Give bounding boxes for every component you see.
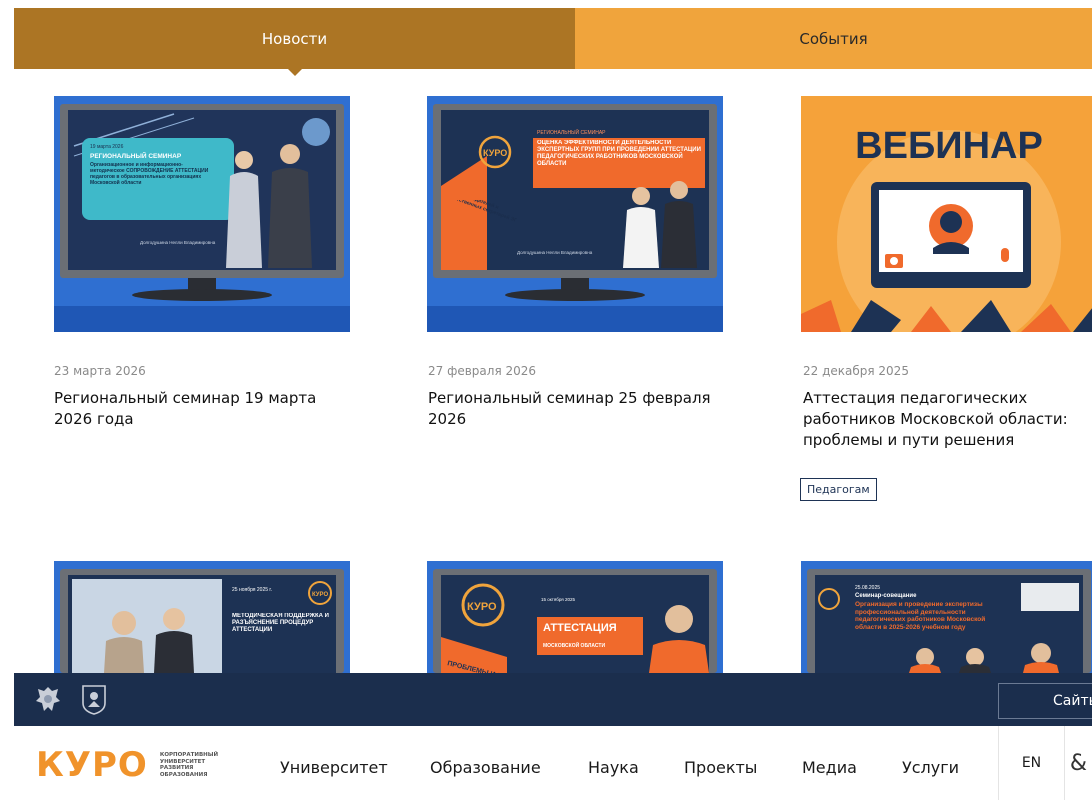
news-title[interactable]: Аттестация педагогических работников Мос… bbox=[803, 388, 1092, 451]
news-card-image[interactable]: 25.08.2025 Семинар-совещание Организация… bbox=[801, 561, 1092, 673]
logo-wordmark: КУРО bbox=[36, 745, 148, 785]
image-date-text: 25.08.2025 bbox=[855, 585, 880, 591]
news-card[interactable]: 25 ноября 2025 г. КУРО МЕТОДИЧЕСКАЯ ПОДД… bbox=[54, 561, 354, 673]
nav-item-services[interactable]: Услуги bbox=[902, 758, 959, 777]
image-heading-text: Семинар-совещание bbox=[855, 593, 917, 599]
news-card-image[interactable]: 19 марта 2026 РЕГИОНАЛЬНЫЙ СЕМИНАР Орган… bbox=[54, 96, 350, 332]
image-body-text: МЕТОДИЧЕСКАЯ ПОДДЕРЖКА И РАЗЪЯСНЕНИЕ ПРО… bbox=[232, 613, 329, 633]
nav-item-media[interactable]: Медиа bbox=[802, 758, 857, 777]
image-date-text: 25 ноября 2025 г. bbox=[232, 587, 272, 593]
kuro-logo-text: КУРО bbox=[467, 601, 497, 613]
kuro-logo-text: КУРО bbox=[483, 148, 507, 158]
image-side-text: Для председателей и ответственных секрет… bbox=[445, 200, 518, 224]
news-card-image[interactable]: КУРО РЕГИОНАЛЬНЫЙ СЕМИНАР ОЦЕНКА ЭФФЕКТИ… bbox=[427, 96, 723, 332]
news-card-image[interactable]: 25 ноября 2025 г. КУРО МЕТОДИЧЕСКАЯ ПОДД… bbox=[54, 561, 350, 673]
image-speaker-text: Долгодушина Нелли Владимировна bbox=[517, 250, 593, 255]
nav-item-projects[interactable]: Проекты bbox=[684, 758, 757, 777]
tab-events[interactable]: События bbox=[575, 8, 1092, 69]
news-title[interactable]: Региональный семинар 19 марта 2026 года bbox=[54, 388, 344, 430]
news-card[interactable]: ВЕБИНАР bbox=[801, 96, 1092, 332]
image-heading-text: ВЕБИНАР bbox=[855, 125, 1043, 167]
image-heading-text: РЕГИОНАЛЬНЫЙ СЕМИНАР bbox=[90, 151, 182, 160]
image-body-text: МОСКОВСКОЙ ОБЛАСТИ bbox=[543, 641, 605, 649]
news-date: 27 февраля 2026 bbox=[428, 364, 537, 378]
kuro-logo-text: КУРО bbox=[312, 592, 328, 598]
accessibility-icon[interactable]: & bbox=[1064, 726, 1092, 800]
news-title[interactable]: Региональный семинар 25 февраля 2026 bbox=[428, 388, 718, 430]
news-card[interactable]: 25.08.2025 Семинар-совещание Организация… bbox=[801, 561, 1092, 673]
image-date-text: 15 октября 2025 bbox=[541, 597, 576, 602]
news-card-image[interactable]: КУРО ПРОБЛЕМЫ И ПУТИ Р 15 октября 2025 А… bbox=[427, 561, 723, 673]
nav-item-university[interactable]: Университет bbox=[280, 758, 388, 777]
sites-button[interactable]: Сайты bbox=[998, 683, 1092, 719]
image-body-text: Организация и проведение экспертизы проф… bbox=[855, 601, 986, 631]
image-body-text: ОЦЕНКА ЭФФЕКТИВНОСТИ ДЕЯТЕЛЬНОСТИ ЭКСПЕР… bbox=[537, 140, 701, 167]
news-card[interactable]: КУРО РЕГИОНАЛЬНЫЙ СЕМИНАР ОЦЕНКА ЭФФЕКТИ… bbox=[427, 96, 727, 332]
image-body-text: Организационное и информационно-методиче… bbox=[90, 162, 209, 186]
site-header-bar: Сайты bbox=[14, 673, 1092, 726]
tab-news[interactable]: Новости bbox=[14, 8, 575, 76]
image-heading-text: РЕГИОНАЛЬНЫЙ СЕМИНАР bbox=[537, 128, 606, 136]
logo-subtitle-line: ОБРАЗОВАНИЯ bbox=[159, 771, 208, 778]
news-events-tabs: Новости События bbox=[14, 8, 1092, 76]
news-date: 23 марта 2026 bbox=[54, 364, 146, 378]
image-date-text: 19 марта 2026 bbox=[90, 144, 124, 150]
news-card-image[interactable]: ВЕБИНАР bbox=[801, 96, 1092, 332]
image-speaker-text: Долгодушина Нелли Владимировна bbox=[140, 240, 216, 245]
news-date: 22 декабря 2025 bbox=[803, 364, 909, 378]
russia-emblem-icon bbox=[34, 683, 62, 715]
kuro-logo[interactable]: КУРО КОРПОРАТИВНЫЙ УНИВЕРСИТЕТ РАЗВИТИЯ … bbox=[36, 748, 230, 782]
news-card[interactable]: КУРО ПРОБЛЕМЫ И ПУТИ Р 15 октября 2025 А… bbox=[427, 561, 727, 673]
news-card[interactable]: 19 марта 2026 РЕГИОНАЛЬНЫЙ СЕМИНАР Орган… bbox=[54, 96, 354, 332]
language-switch[interactable]: EN bbox=[998, 726, 1064, 800]
nav-item-science[interactable]: Наука bbox=[588, 758, 639, 777]
main-navigation: КУРО КОРПОРАТИВНЫЙ УНИВЕРСИТЕТ РАЗВИТИЯ … bbox=[0, 726, 1092, 800]
logo-subtitle: КОРПОРАТИВНЫЙ УНИВЕРСИТЕТ РАЗВИТИЯ ОБРАЗ… bbox=[160, 752, 230, 778]
nav-item-education[interactable]: Образование bbox=[430, 758, 541, 777]
moscow-region-emblem-icon bbox=[80, 683, 108, 715]
image-heading-text: АТТЕСТАЦИЯ bbox=[543, 622, 617, 634]
category-tag[interactable]: Педагогам bbox=[800, 478, 877, 501]
